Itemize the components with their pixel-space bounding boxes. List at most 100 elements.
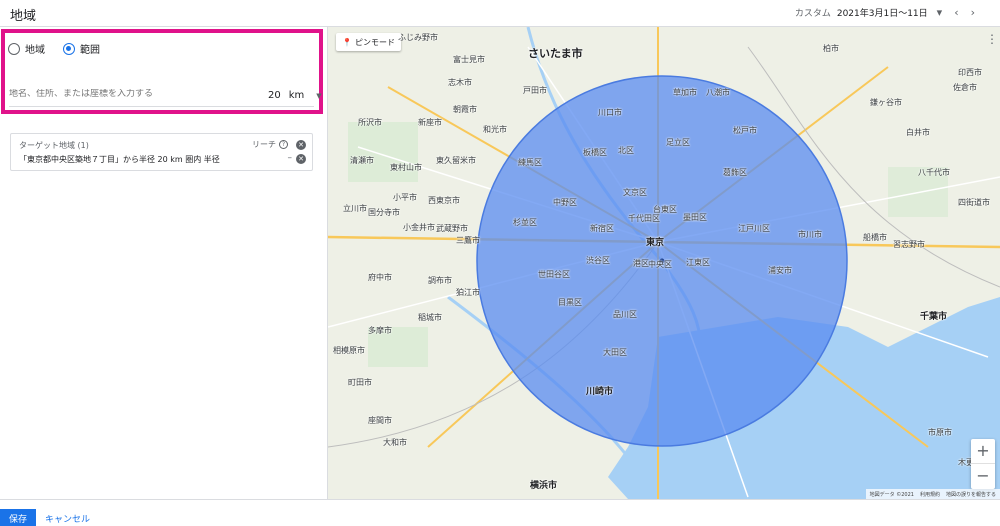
more-vert-icon[interactable]: ⋮ [986,33,998,49]
map-place-label: 足立区 [666,138,690,147]
map-place-label: 川崎市 [586,387,614,397]
target-area-title: ターゲット地域 (1) [19,141,89,150]
zoom-in-button[interactable]: + [971,439,995,464]
map-place-label: 浦安市 [768,266,792,275]
map-place-label: 稲城市 [418,313,442,322]
map-place-label: 東村山市 [390,163,422,172]
targeting-mode-radio-group: 地域 範囲 [8,41,118,56]
map-place-label: 小平市 [393,193,417,202]
map-place-label: 清瀬市 [350,156,374,165]
map-place-label: 市川市 [798,230,822,239]
map-place-label: 朝霞市 [453,105,477,114]
terms-link[interactable]: 利用規約 [920,491,940,498]
map-place-label: 文京区 [623,188,647,197]
map-place-label: 八千代市 [918,168,950,177]
map-place-label: 新宿区 [590,224,614,233]
map-place-label: 船橋市 [863,233,887,242]
zoom-control: + − [971,439,995,489]
report-error-link[interactable]: 地図の誤りを報告する [946,491,996,498]
map-place-label: 北区 [618,146,634,155]
map-place-label: 小金井市 [403,223,435,232]
map-place-label: 戸田市 [523,86,547,95]
map-place-label: 西東京市 [428,196,460,205]
map-place-label: 調布市 [428,276,452,285]
map-place-label: 大和市 [383,438,407,447]
map-place-label: 鎌ヶ谷市 [870,98,902,107]
map-place-label: 富士見市 [453,55,485,64]
pin-icon: 📍 [342,37,352,47]
radio-radius-label[interactable]: 範囲 [80,41,100,56]
map-place-label: 目黒区 [558,298,582,307]
radius-select[interactable]: 20 km ▼ [268,90,322,101]
pin-mode-label: ピンモード [354,37,395,47]
save-button[interactable]: 保存 [0,509,36,526]
caret-down-icon: ▼ [316,91,322,100]
remove-item-icon[interactable]: ✕ [296,154,306,164]
map-place-label: 座間市 [368,416,392,425]
map-place-label: 江戸川区 [738,224,770,233]
map-place-label: 葛飾区 [723,168,747,177]
caret-down-icon[interactable]: ▾ [934,6,946,19]
map-place-label: ふじみ野市 [398,33,438,42]
map-place-label: 練馬区 [518,158,542,167]
map-data-credit: 地図データ ©2021 [869,491,914,498]
map-view[interactable]: 📍 ピンモード ⋮ ふじみ野市 富士見市 さいたま市 志木市 朝霞市 川口市 草加市 八潮市 柏… [328,27,1000,499]
help-icon[interactable]: ? [279,140,288,149]
map-place-label: 中野区 [553,198,577,207]
chevron-left-icon[interactable]: ‹ [951,6,961,19]
map-place-label: 東京 [646,238,665,248]
footer-bar: 保存 キャンセル [0,499,1000,526]
map-place-label: 多摩市 [368,326,392,335]
map-place-label: 江東区 [686,258,710,267]
page-header: 地域 カスタム 2021年3月1日〜11日 ▾ ‹ › [0,0,1000,27]
map-place-label: 所沢市 [358,118,382,127]
map-place-label: 松戸市 [733,126,757,135]
map-place-label: 横浜市 [530,481,558,491]
map-place-label: 習志野市 [893,240,925,249]
map-place-label: 四街道市 [958,198,990,207]
map-place-label: 和光市 [483,125,507,134]
radius-unit: km [288,90,305,101]
map-place-label: 三鷹市 [456,236,480,245]
pin-mode-button[interactable]: 📍 ピンモード [336,33,401,51]
map-attribution: 地図データ ©2021 利用規約 地図の誤りを報告する [865,489,1000,499]
map-place-label: 草加市 [673,88,697,97]
map-place-label: 府中市 [368,273,392,282]
map-place-label: 千代田区 [628,214,660,223]
map-place-label: 千葉市 [920,312,948,322]
radio-region[interactable] [8,42,20,55]
map-place-label: 立川市 [343,204,367,213]
input-underline [9,106,314,107]
chevron-right-icon[interactable]: › [968,6,978,19]
map-place-label: 渋谷区 [586,256,610,265]
map-place-label: 品川区 [613,310,637,319]
map-place-label: 八潮市 [706,88,730,97]
map-place-label: 杉並区 [513,218,537,227]
page-title: 地域 [10,9,37,24]
zoom-out-button[interactable]: − [971,464,995,489]
map-place-label: 中央区 [648,260,672,269]
date-range[interactable]: 2021年3月1日〜11日 [837,6,928,19]
map-place-label: 国分寺市 [368,208,400,217]
map-place-label: 柏市 [823,44,839,53]
date-range-picker[interactable]: カスタム 2021年3月1日〜11日 ▾ ‹ › [795,6,978,19]
location-search-input[interactable] [9,89,209,99]
map-place-label: 板橋区 [583,148,607,157]
target-area-card: ターゲット地域 (1) リーチ ? ✕ 「東京都中央区築地７丁目」から半径 20… [10,133,313,171]
map-place-label: 市原市 [928,428,952,437]
map-place-label: 墨田区 [683,213,707,222]
remove-all-icon[interactable]: ✕ [296,140,306,150]
radio-region-label[interactable]: 地域 [25,41,45,56]
reach-value: – [287,153,293,163]
map-place-label: 白井市 [906,128,930,137]
radio-radius[interactable] [63,42,75,55]
map-place-label: 港区 [633,259,649,268]
location-settings-panel: 地域 範囲 20 km ▼ ターゲット地域 (1) リーチ ? ✕ 「東京都中央… [0,27,328,499]
map-place-label: さいたま市 [528,47,583,60]
cancel-button[interactable]: キャンセル [45,512,90,525]
target-area-item: 「東京都中央区築地７丁目」から半径 20 km 圏内 半径 [19,155,220,164]
reach-header: リーチ ? [252,139,288,150]
map-place-label: 大田区 [603,348,627,357]
date-label: カスタム [794,9,831,19]
map-place-label: 相模原市 [333,346,365,355]
